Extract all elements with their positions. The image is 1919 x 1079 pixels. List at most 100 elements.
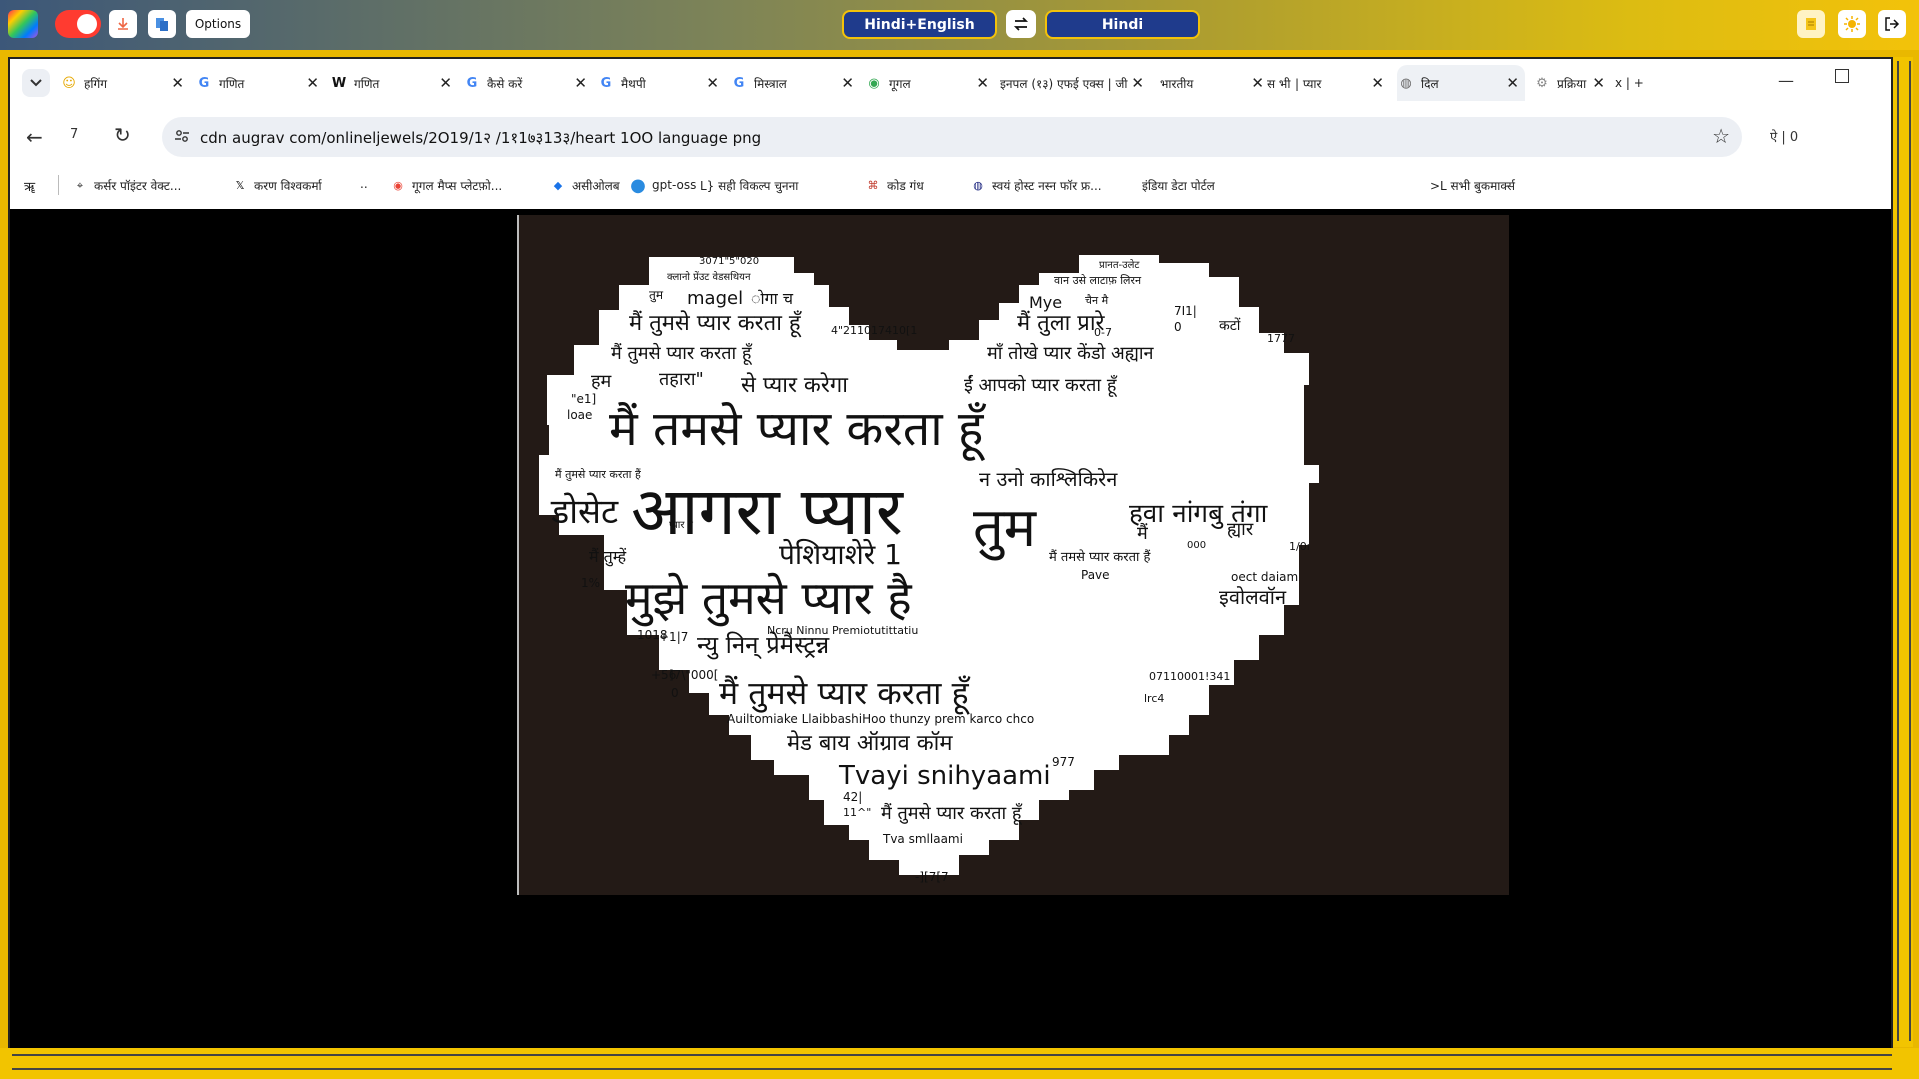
sun-icon[interactable] (1838, 10, 1866, 38)
extension-toolbar: Options Hindi+English Hindi (0, 0, 1919, 50)
bookmark-item[interactable]: ◉ गूगल मैप्स प्लेटफ़ो... (390, 177, 502, 194)
bookmark-label: L} सही विकल्प चुनना (700, 179, 799, 193)
bookmark-item[interactable]: ⌘ कोड गंध (865, 177, 924, 194)
heart-word: तहारा" (659, 369, 704, 390)
back-arrow-icon[interactable]: ← (26, 125, 43, 149)
heart-word: ईं आपको प्यार करता हूँ (964, 375, 1117, 396)
logout-icon[interactable] (1878, 10, 1906, 38)
tab-label: गणित (354, 76, 380, 91)
cursor-icon: ⌖ (76, 178, 84, 192)
tab-label: | प्यार (1295, 76, 1322, 91)
bookmarks-bar: ॠ ⌖ कर्सर पॉइंटर वेक्ट... 𝕏 करण विश्वकर्मा.… (10, 165, 1891, 207)
heart-word: मैं तुमसे प्यार करता हैं (555, 468, 641, 481)
close-tab-icon[interactable]: ✕ (976, 74, 989, 92)
scroll-track-vertical[interactable] (1897, 61, 1911, 1041)
scroll-track[interactable] (12, 1054, 1892, 1070)
close-tab-icon[interactable]: ✕ (1131, 74, 1144, 92)
tab-search-chevron-icon[interactable] (22, 69, 50, 97)
minimize-icon[interactable]: — (1778, 71, 1794, 90)
bookmark-item[interactable]: ◆ असीओलब (550, 177, 620, 194)
bookmark-star-icon[interactable]: ☆ (1712, 124, 1730, 148)
close-tab-icon[interactable]: ✕ (306, 74, 319, 92)
tab-8[interactable]: भारतीय ✕ (1160, 65, 1270, 101)
download-icon[interactable] (109, 10, 137, 38)
bookmark-item[interactable]: >L सभी बुकमार्क्स (1430, 177, 1515, 194)
right-scrollbar[interactable] (1893, 57, 1913, 1047)
close-tab-icon[interactable]: ✕ (706, 74, 719, 92)
address-bar[interactable]: cdn augrav com/onlineljewels/2O19/1२ /1१… (162, 117, 1742, 157)
heart-word: न उनो काश्लिकिरेन (979, 467, 1118, 491)
bookmark-item[interactable]: ● gpt-oss (630, 175, 697, 196)
close-tab-icon[interactable]: ✕ (1251, 74, 1264, 92)
close-tab-icon[interactable]: ✕ (439, 74, 452, 92)
bookmark-item[interactable]: ⌖ कर्सर पॉइंटर वेक्ट... (72, 177, 181, 194)
app-logo-icon[interactable] (8, 10, 38, 38)
heart-word: 0 (1174, 320, 1182, 334)
close-tab-icon[interactable]: ✕ (841, 74, 854, 92)
maps-icon: ◉ (868, 75, 880, 91)
tab-6[interactable]: ◉ गूगल ✕ (865, 65, 995, 101)
close-tab-icon[interactable]: ✕ (1371, 74, 1384, 92)
tab-13[interactable]: x | + (1615, 65, 1695, 101)
heart-word: 0-7 (1094, 326, 1112, 339)
bookmark-item[interactable]: L} सही विकल्प चुनना (700, 177, 798, 194)
heart-word: से प्यार करेगा (741, 373, 848, 398)
heart-word: 11^" (843, 806, 872, 819)
close-tab-icon[interactable]: ✕ (171, 74, 184, 92)
options-button[interactable]: Options (186, 10, 250, 38)
heart-word: मैं (1137, 523, 1148, 544)
tab-4[interactable]: G मैथपी ✕ (597, 65, 725, 101)
heart-word: मैं तुम्हें (589, 547, 627, 566)
reload-icon[interactable]: ↻ (114, 123, 131, 147)
close-tab-icon[interactable]: ✕ (1592, 74, 1605, 92)
tab-1[interactable]: G गणित ✕ (195, 65, 325, 101)
toggle-switch[interactable] (55, 10, 101, 38)
tab-10[interactable]: | प्यार ✕ (1295, 65, 1390, 101)
diamond-icon: ◆ (553, 179, 563, 192)
tab-12[interactable]: ⚙ प्रक्रिया ✕ (1533, 65, 1611, 101)
copy-icon[interactable] (148, 10, 176, 38)
heart-word: loae (567, 408, 593, 422)
tab-3[interactable]: G कैसे करें ✕ (463, 65, 593, 101)
heart-word: हम (591, 371, 612, 392)
url-text[interactable]: cdn augrav com/onlineljewels/2O19/1२ /1१… (200, 128, 761, 148)
tab-0[interactable]: ☺ हगिंग ✕ (60, 65, 190, 101)
heart-word: प्रानत-उलेट (1099, 260, 1140, 271)
tab-label: गणित (219, 76, 245, 91)
heart-word: मैं तुला प्रारे (1017, 311, 1105, 336)
profile-indicator[interactable]: ऐ | 0 (1770, 127, 1798, 145)
bookmark-item[interactable]: .. (360, 177, 368, 191)
site-info-icon[interactable] (174, 128, 190, 144)
bookmark-label: gpt-oss (652, 178, 697, 192)
heart-word: डोसेट (551, 492, 619, 532)
close-tab-icon[interactable]: ✕ (1506, 74, 1519, 92)
tab-11[interactable]: ◍ दिल ✕ (1397, 65, 1525, 101)
google-icon: G (466, 75, 478, 91)
bookmark-label: इंडिया डेटा पोर्टल (1142, 179, 1215, 193)
source-language-button[interactable]: Hindi+English (842, 10, 997, 39)
heart-word: पेशियाशेरे 1 (779, 538, 902, 571)
bookmark-item[interactable]: 𝕏 करण विश्वकर्मा (232, 177, 322, 194)
heart-word: "e1] (571, 392, 597, 406)
swap-arrows-icon[interactable] (1006, 10, 1036, 38)
heart-word: magel (687, 288, 744, 309)
page-content: 3071"5"020 क्लानो प्रेंउट वेडसथियन तुम mage… (10, 209, 1891, 1055)
bottom-scrollbar[interactable] (0, 1048, 1919, 1079)
tab-9[interactable]: स भी (1267, 65, 1295, 101)
bookmark-item[interactable]: ◍ स्वयं होस्ट नस्न फॉर फ्र... (970, 177, 1101, 194)
heart-word: 4"211017410[1 (831, 324, 918, 337)
target-language-button[interactable]: Hindi (1045, 10, 1200, 39)
tab-label: स भी (1267, 76, 1291, 91)
tab-2[interactable]: W गणित ✕ (330, 65, 458, 101)
tab-7[interactable]: इनपल (१३) एफई एक्स | जी ✕ (1000, 65, 1150, 101)
notes-icon[interactable] (1797, 10, 1825, 38)
toggle-knob (77, 14, 97, 34)
bookmark-item[interactable]: इंडिया डेटा पोर्टल (1142, 177, 1215, 194)
bookmark-label: असीओलब (572, 179, 620, 193)
heart-word: तुम (649, 288, 664, 302)
close-tab-icon[interactable]: ✕ (574, 74, 587, 92)
restore-icon[interactable] (1835, 69, 1849, 83)
globe-icon: ◍ (1400, 75, 1412, 91)
tab-5[interactable]: G मिस्त्राल ✕ (730, 65, 860, 101)
bookmark-label: कर्सर पॉइंटर वेक्ट... (94, 179, 182, 193)
